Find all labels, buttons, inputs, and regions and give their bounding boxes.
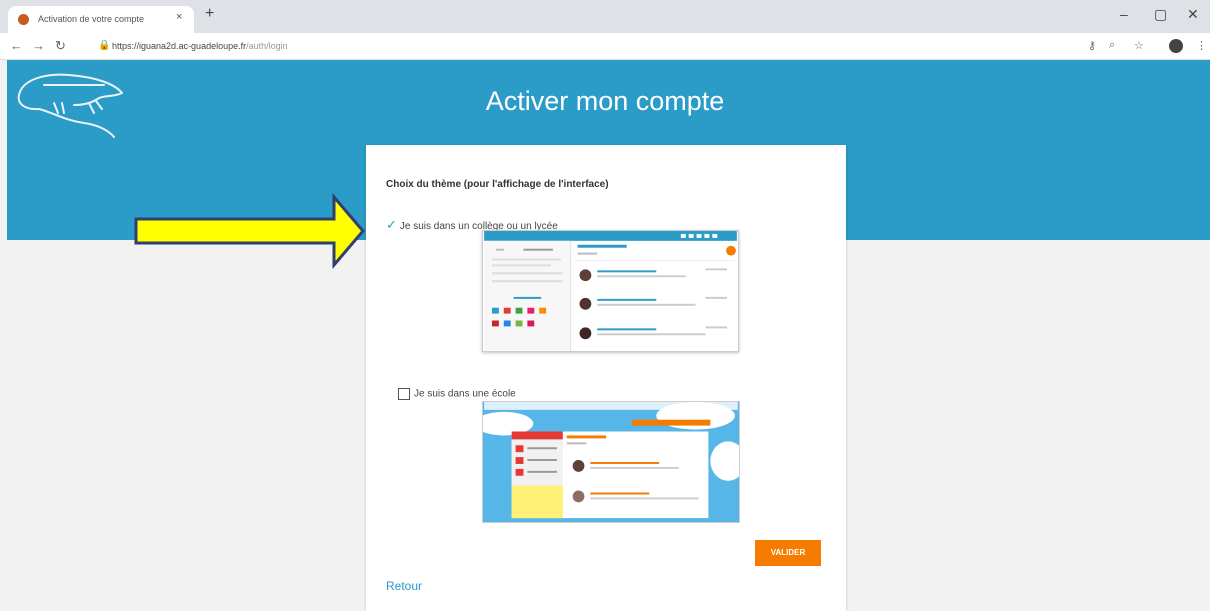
browser-tab[interactable]: Activation de votre compte × xyxy=(8,6,194,33)
section-title: Choix du thème (pour l'affichage de l'in… xyxy=(386,179,609,190)
ecole-theme-preview[interactable] xyxy=(482,401,740,523)
checkbox-ecole[interactable] xyxy=(398,388,410,400)
profile-avatar[interactable] xyxy=(1169,39,1183,53)
kebab-menu-icon[interactable]: ⋮ xyxy=(1196,39,1207,52)
new-tab-icon[interactable]: + xyxy=(205,5,214,23)
url-input[interactable]: 🔒 https://iguana2d.ac-guadeloupe.fr/auth… xyxy=(90,37,1080,56)
option-ecole[interactable]: Je suis dans une école xyxy=(398,388,516,400)
favicon-icon xyxy=(18,14,29,25)
minimize-icon[interactable]: – xyxy=(1120,6,1128,22)
lock-icon: 🔒 xyxy=(98,40,111,51)
tab-title: Activation de votre compte xyxy=(38,14,145,24)
url-host: https://iguana2d.ac-guadeloupe.fr xyxy=(112,41,247,51)
star-icon[interactable]: ☆ xyxy=(1134,39,1144,52)
arrow-right-icon[interactable]: → xyxy=(32,38,45,53)
save-button[interactable]: VALIDER xyxy=(755,540,821,566)
browser-tab-bar: Activation de votre compte × + – ▢ ✕ xyxy=(0,0,1210,33)
highlight-arrow-icon xyxy=(134,193,365,269)
activation-card: Choix du thème (pour l'affichage de l'in… xyxy=(366,145,846,611)
arrow-left-icon[interactable]: ← xyxy=(10,38,23,53)
option-ecole-label: Je suis dans une école xyxy=(414,388,516,400)
key-icon[interactable]: ⚷ xyxy=(1088,39,1096,52)
address-bar: ← → ↻ 🔒 https://iguana2d.ac-guadeloupe.f… xyxy=(0,33,1210,60)
window-close-icon[interactable]: ✕ xyxy=(1187,6,1199,23)
maximize-icon[interactable]: ▢ xyxy=(1154,6,1167,23)
checkmark-icon: ✓ xyxy=(386,217,397,232)
zoom-icon[interactable]: ⌕ xyxy=(1109,39,1115,52)
college-theme-preview[interactable] xyxy=(482,230,739,352)
page-title: Activer mon compte xyxy=(485,86,725,116)
reload-icon[interactable]: ↻ xyxy=(55,38,66,54)
url-path: /auth/login xyxy=(246,41,288,51)
back-link[interactable]: Retour xyxy=(386,579,422,593)
tab-close-icon[interactable]: × xyxy=(176,11,182,23)
